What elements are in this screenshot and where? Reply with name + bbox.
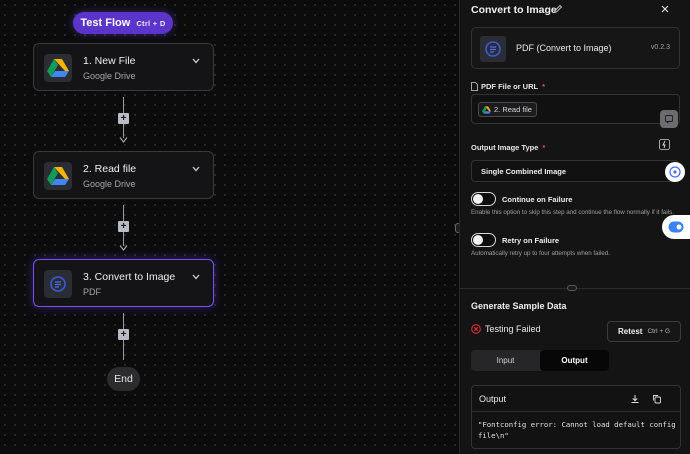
google-drive-icon xyxy=(44,162,72,190)
step-settings-panel: Convert to Image PDF (Convert to Image) … xyxy=(459,0,690,454)
retest-button[interactable]: Retest Ctrl + G xyxy=(607,321,681,342)
download-icon[interactable] xyxy=(630,394,640,404)
step-subtitle: PDF xyxy=(83,287,101,297)
pdf-field-label-text: PDF File or URL xyxy=(481,82,539,91)
pdf-piece-icon xyxy=(480,36,506,62)
test-flow-button[interactable]: Test Flow Ctrl + D xyxy=(73,12,173,34)
pdf-field-label: PDF File or URL * xyxy=(471,82,545,91)
feedback-tab-icon[interactable] xyxy=(660,110,678,128)
connector-line xyxy=(123,313,124,329)
piece-version: v0.2.3 xyxy=(650,44,670,51)
output-header: Output xyxy=(472,386,680,412)
connector-line xyxy=(123,97,124,113)
test-flow-shortcut: Ctrl + D xyxy=(136,18,166,28)
chat-widget-icon[interactable] xyxy=(662,215,690,239)
end-label: End xyxy=(114,373,133,385)
continue-on-failure-title: Continue on Failure xyxy=(502,195,573,204)
add-step-button[interactable]: + xyxy=(118,329,129,340)
add-step-button[interactable]: + xyxy=(118,221,129,232)
test-flow-label: Test Flow xyxy=(80,17,131,29)
end-node: End xyxy=(107,367,140,391)
chevron-down-icon[interactable] xyxy=(191,56,201,66)
retry-on-failure-description: Automatically retry up to four attempts … xyxy=(471,250,610,257)
continue-on-failure-description: Enable this option to skip this step and… xyxy=(471,209,674,216)
retry-on-failure-title: Retry on Failure xyxy=(502,236,560,245)
sample-data-title: Generate Sample Data xyxy=(471,301,567,311)
panel-title: Convert to Image xyxy=(471,4,557,16)
chip-label: 2. Read file xyxy=(494,105,532,114)
flow-canvas[interactable]: Test Flow Ctrl + D 1. New File Google Dr… xyxy=(0,0,458,454)
assistant-icon[interactable] xyxy=(665,162,685,182)
piece-info-card: PDF (Convert to Image) v0.2.3 xyxy=(471,27,680,69)
retest-label: Retest xyxy=(617,327,643,336)
test-status-text: Testing Failed xyxy=(485,324,541,334)
step-title: 1. New File xyxy=(83,55,136,67)
retry-on-failure-toggle[interactable] xyxy=(471,233,496,247)
output-type-label: Output Image Type * xyxy=(471,143,546,152)
output-type-label-text: Output Image Type xyxy=(471,143,539,152)
pdf-file-input[interactable]: 2. Read file xyxy=(471,94,680,124)
step-title: 3. Convert to Image xyxy=(83,271,176,283)
output-type-value: Single Combined Image xyxy=(481,167,567,176)
chevron-down-icon[interactable] xyxy=(191,164,201,174)
output-type-select[interactable]: Single Combined Image xyxy=(471,160,679,182)
step-card-convert-to-image[interactable]: 3. Convert to Image PDF xyxy=(33,259,214,307)
google-drive-icon xyxy=(482,105,491,114)
step-subtitle: Google Drive xyxy=(83,179,136,189)
arrow-down-icon xyxy=(119,245,128,251)
output-text: "Fontconfig error: Cannot load default c… xyxy=(478,420,681,440)
test-status: Testing Failed xyxy=(471,324,541,334)
add-step-button[interactable]: + xyxy=(118,113,129,124)
connector-line xyxy=(123,340,124,360)
pencil-icon[interactable] xyxy=(553,4,563,14)
continue-on-failure-toggle[interactable] xyxy=(471,192,496,206)
step-card-new-file[interactable]: 1. New File Google Drive xyxy=(33,43,214,91)
step-card-read-file[interactable]: 2. Read file Google Drive xyxy=(33,151,214,199)
retest-shortcut: Ctrl + G xyxy=(647,328,671,335)
step-subtitle: Google Drive xyxy=(83,71,136,81)
connector-line xyxy=(123,124,124,138)
file-icon xyxy=(471,82,478,91)
step-title: 2. Read file xyxy=(83,163,137,175)
tab-input[interactable]: Input xyxy=(471,350,540,371)
google-drive-icon xyxy=(44,54,72,82)
tab-output[interactable]: Output xyxy=(540,350,609,371)
step-reference-chip[interactable]: 2. Read file xyxy=(478,102,537,117)
pdf-piece-icon xyxy=(44,270,72,298)
output-viewer: Output "Fontconfig error: Cannot load de… xyxy=(471,385,681,449)
close-icon[interactable] xyxy=(660,4,670,14)
output-title: Output xyxy=(479,394,507,404)
arrow-down-icon xyxy=(119,137,128,143)
dynamic-value-icon[interactable] xyxy=(659,139,670,150)
piece-name: PDF (Convert to Image) xyxy=(516,43,612,53)
section-resize-handle[interactable] xyxy=(567,285,577,291)
chevron-down-icon[interactable] xyxy=(191,272,201,282)
connector-line xyxy=(123,232,124,246)
copy-icon[interactable] xyxy=(652,394,662,404)
connector-line xyxy=(123,205,124,221)
error-circle-icon xyxy=(471,324,481,334)
io-tabs: Input Output xyxy=(471,350,609,371)
